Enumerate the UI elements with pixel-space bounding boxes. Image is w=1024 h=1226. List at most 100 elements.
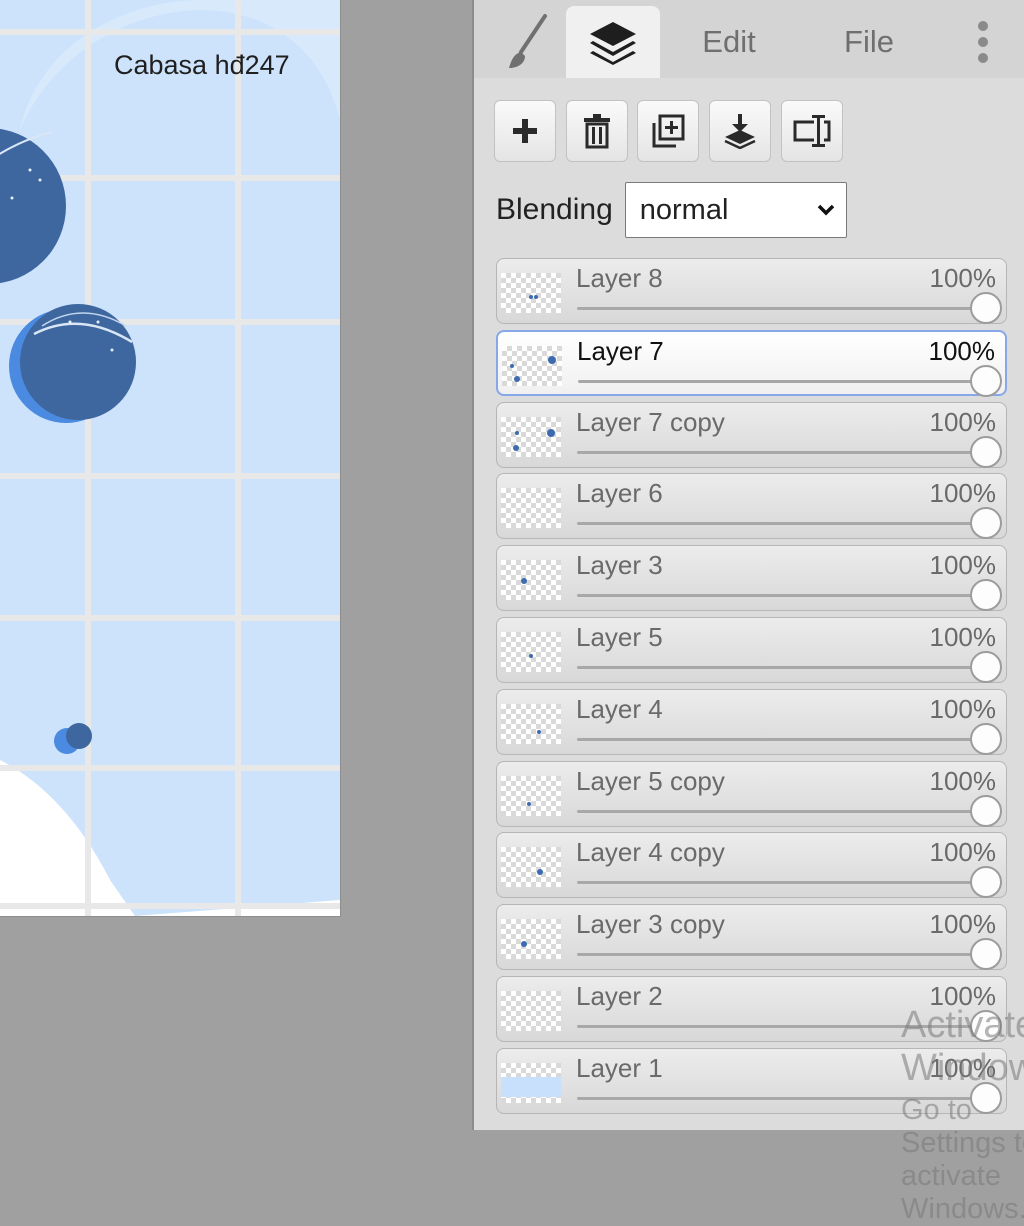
layer-thumbnail bbox=[501, 919, 561, 959]
layer-thumbnail-mark bbox=[514, 376, 520, 382]
opacity-slider-track[interactable] bbox=[577, 1097, 984, 1100]
layer-name: Layer 8 bbox=[576, 263, 663, 293]
duplicate-icon bbox=[652, 114, 685, 148]
opacity-slider-knob[interactable] bbox=[970, 866, 1002, 898]
layer-thumbnail bbox=[501, 417, 561, 457]
layers-panel: Edit File Blending normal Layer 8 100% L… bbox=[472, 0, 1024, 1225]
drawing-canvas[interactable]: Cabasa hđ247 bbox=[0, 0, 341, 917]
layer-thumbnail bbox=[501, 273, 561, 313]
brush-icon bbox=[509, 14, 547, 68]
opacity-slider-track[interactable] bbox=[577, 594, 984, 597]
opacity-slider-track[interactable] bbox=[577, 451, 984, 454]
add-layer-button[interactable] bbox=[494, 100, 556, 162]
layer-name: Layer 5 copy bbox=[576, 766, 725, 796]
layer-name: Layer 7 bbox=[577, 336, 664, 366]
blending-value: normal bbox=[639, 193, 729, 226]
layer-opacity-value: 100% bbox=[929, 694, 997, 724]
layer-row[interactable]: Layer 3 100% bbox=[496, 545, 1007, 611]
layer-thumbnail-mark bbox=[537, 869, 543, 875]
opacity-slider-knob[interactable] bbox=[970, 723, 1002, 755]
opacity-slider-knob[interactable] bbox=[970, 651, 1002, 683]
layer-opacity-value: 100% bbox=[929, 407, 997, 437]
layer-opacity-value: 100% bbox=[929, 263, 997, 293]
layer-opacity-value: 100% bbox=[929, 981, 997, 1011]
merge-down-icon bbox=[724, 114, 756, 149]
layer-row[interactable]: Layer 3 copy 100% bbox=[496, 904, 1007, 970]
layer-thumbnail bbox=[501, 632, 561, 672]
layer-opacity-value: 100% bbox=[929, 1053, 997, 1083]
tab-brush[interactable] bbox=[494, 6, 564, 78]
opacity-slider-track[interactable] bbox=[577, 1025, 984, 1028]
rename-layer-button[interactable] bbox=[781, 100, 843, 162]
opacity-slider-knob[interactable] bbox=[970, 436, 1002, 468]
layer-thumbnail-mark bbox=[548, 356, 556, 364]
layer-thumbnail-mark bbox=[537, 730, 541, 734]
delete-layer-button[interactable] bbox=[566, 100, 628, 162]
layer-row[interactable]: Layer 5 copy 100% bbox=[496, 761, 1007, 827]
layer-thumbnail-mark bbox=[534, 295, 538, 299]
layer-opacity-value: 100% bbox=[929, 909, 997, 939]
opacity-slider-knob[interactable] bbox=[970, 795, 1002, 827]
layer-row[interactable]: Layer 1 100% bbox=[496, 1048, 1007, 1114]
layer-thumbnail-mark bbox=[527, 802, 531, 806]
blending-label: Blending bbox=[496, 193, 613, 226]
opacity-slider-track[interactable] bbox=[578, 380, 983, 383]
opacity-slider-knob[interactable] bbox=[970, 1010, 1002, 1042]
opacity-slider-track[interactable] bbox=[577, 666, 984, 669]
opacity-slider-track[interactable] bbox=[577, 881, 984, 884]
planet-small bbox=[66, 723, 92, 749]
layer-thumbnail bbox=[501, 488, 561, 528]
merge-down-button[interactable] bbox=[709, 100, 771, 162]
duplicate-layer-button[interactable] bbox=[637, 100, 699, 162]
opacity-slider-knob[interactable] bbox=[970, 1082, 1002, 1114]
layer-opacity-value: 100% bbox=[929, 550, 997, 580]
rename-icon bbox=[793, 115, 831, 147]
layer-opacity-value: 100% bbox=[929, 622, 997, 652]
opacity-slider-track[interactable] bbox=[577, 738, 984, 741]
layer-row[interactable]: Layer 2 100% bbox=[496, 976, 1007, 1042]
opacity-slider-track[interactable] bbox=[577, 953, 984, 956]
opacity-slider-track[interactable] bbox=[577, 307, 984, 310]
layer-thumbnail-mark bbox=[515, 431, 519, 435]
chevron-down-icon bbox=[817, 204, 835, 216]
layer-row[interactable]: Layer 4 copy 100% bbox=[496, 832, 1007, 898]
layer-row[interactable]: Layer 6 100% bbox=[496, 473, 1007, 539]
opacity-slider-knob[interactable] bbox=[970, 292, 1002, 324]
blending-select[interactable]: normal bbox=[624, 182, 847, 238]
layer-thumbnail bbox=[502, 346, 562, 386]
plus-icon bbox=[513, 119, 537, 143]
layers-icon bbox=[590, 22, 636, 65]
layer-thumbnail-mark bbox=[529, 654, 533, 658]
background-blob bbox=[0, 0, 340, 916]
layer-row[interactable]: Layer 8 100% bbox=[496, 258, 1007, 324]
tab-file[interactable]: File bbox=[814, 6, 924, 78]
layer-opacity-value: 100% bbox=[929, 766, 997, 796]
opacity-slider-track[interactable] bbox=[577, 810, 984, 813]
layer-row[interactable]: Layer 5 100% bbox=[496, 617, 1007, 683]
layer-thumbnail bbox=[501, 776, 561, 816]
layer-thumbnail-mark bbox=[521, 941, 527, 947]
blending-row: Blending normal bbox=[496, 182, 847, 238]
layer-name: Layer 3 copy bbox=[576, 909, 725, 939]
tab-more[interactable] bbox=[958, 6, 1008, 78]
opacity-slider-knob[interactable] bbox=[970, 507, 1002, 539]
panel-tab-bar: Edit File bbox=[474, 0, 1024, 78]
opacity-slider-track[interactable] bbox=[577, 522, 984, 525]
opacity-slider-knob[interactable] bbox=[970, 579, 1002, 611]
layer-row[interactable]: Layer 7 copy 100% bbox=[496, 402, 1007, 468]
tab-edit[interactable]: Edit bbox=[674, 6, 784, 78]
opacity-slider-knob[interactable] bbox=[970, 365, 1002, 397]
canvas-signature-text: Cabasa hđ247 bbox=[114, 50, 290, 80]
layer-row[interactable]: Layer 4 100% bbox=[496, 689, 1007, 755]
canvas-artwork bbox=[0, 0, 340, 916]
layer-thumbnail bbox=[501, 560, 561, 600]
layer-row[interactable]: Layer 7 100% bbox=[496, 330, 1007, 397]
opacity-slider-knob[interactable] bbox=[970, 938, 1002, 970]
layer-thumbnail-mark bbox=[521, 578, 527, 584]
canvas-area[interactable]: Cabasa hđ247 bbox=[0, 0, 472, 1130]
layer-name: Layer 4 bbox=[576, 694, 663, 724]
layer-thumbnail-mark bbox=[513, 445, 519, 451]
layer-thumbnail bbox=[501, 1063, 561, 1103]
layer-thumbnail bbox=[501, 704, 561, 744]
tab-layers[interactable] bbox=[566, 6, 660, 78]
